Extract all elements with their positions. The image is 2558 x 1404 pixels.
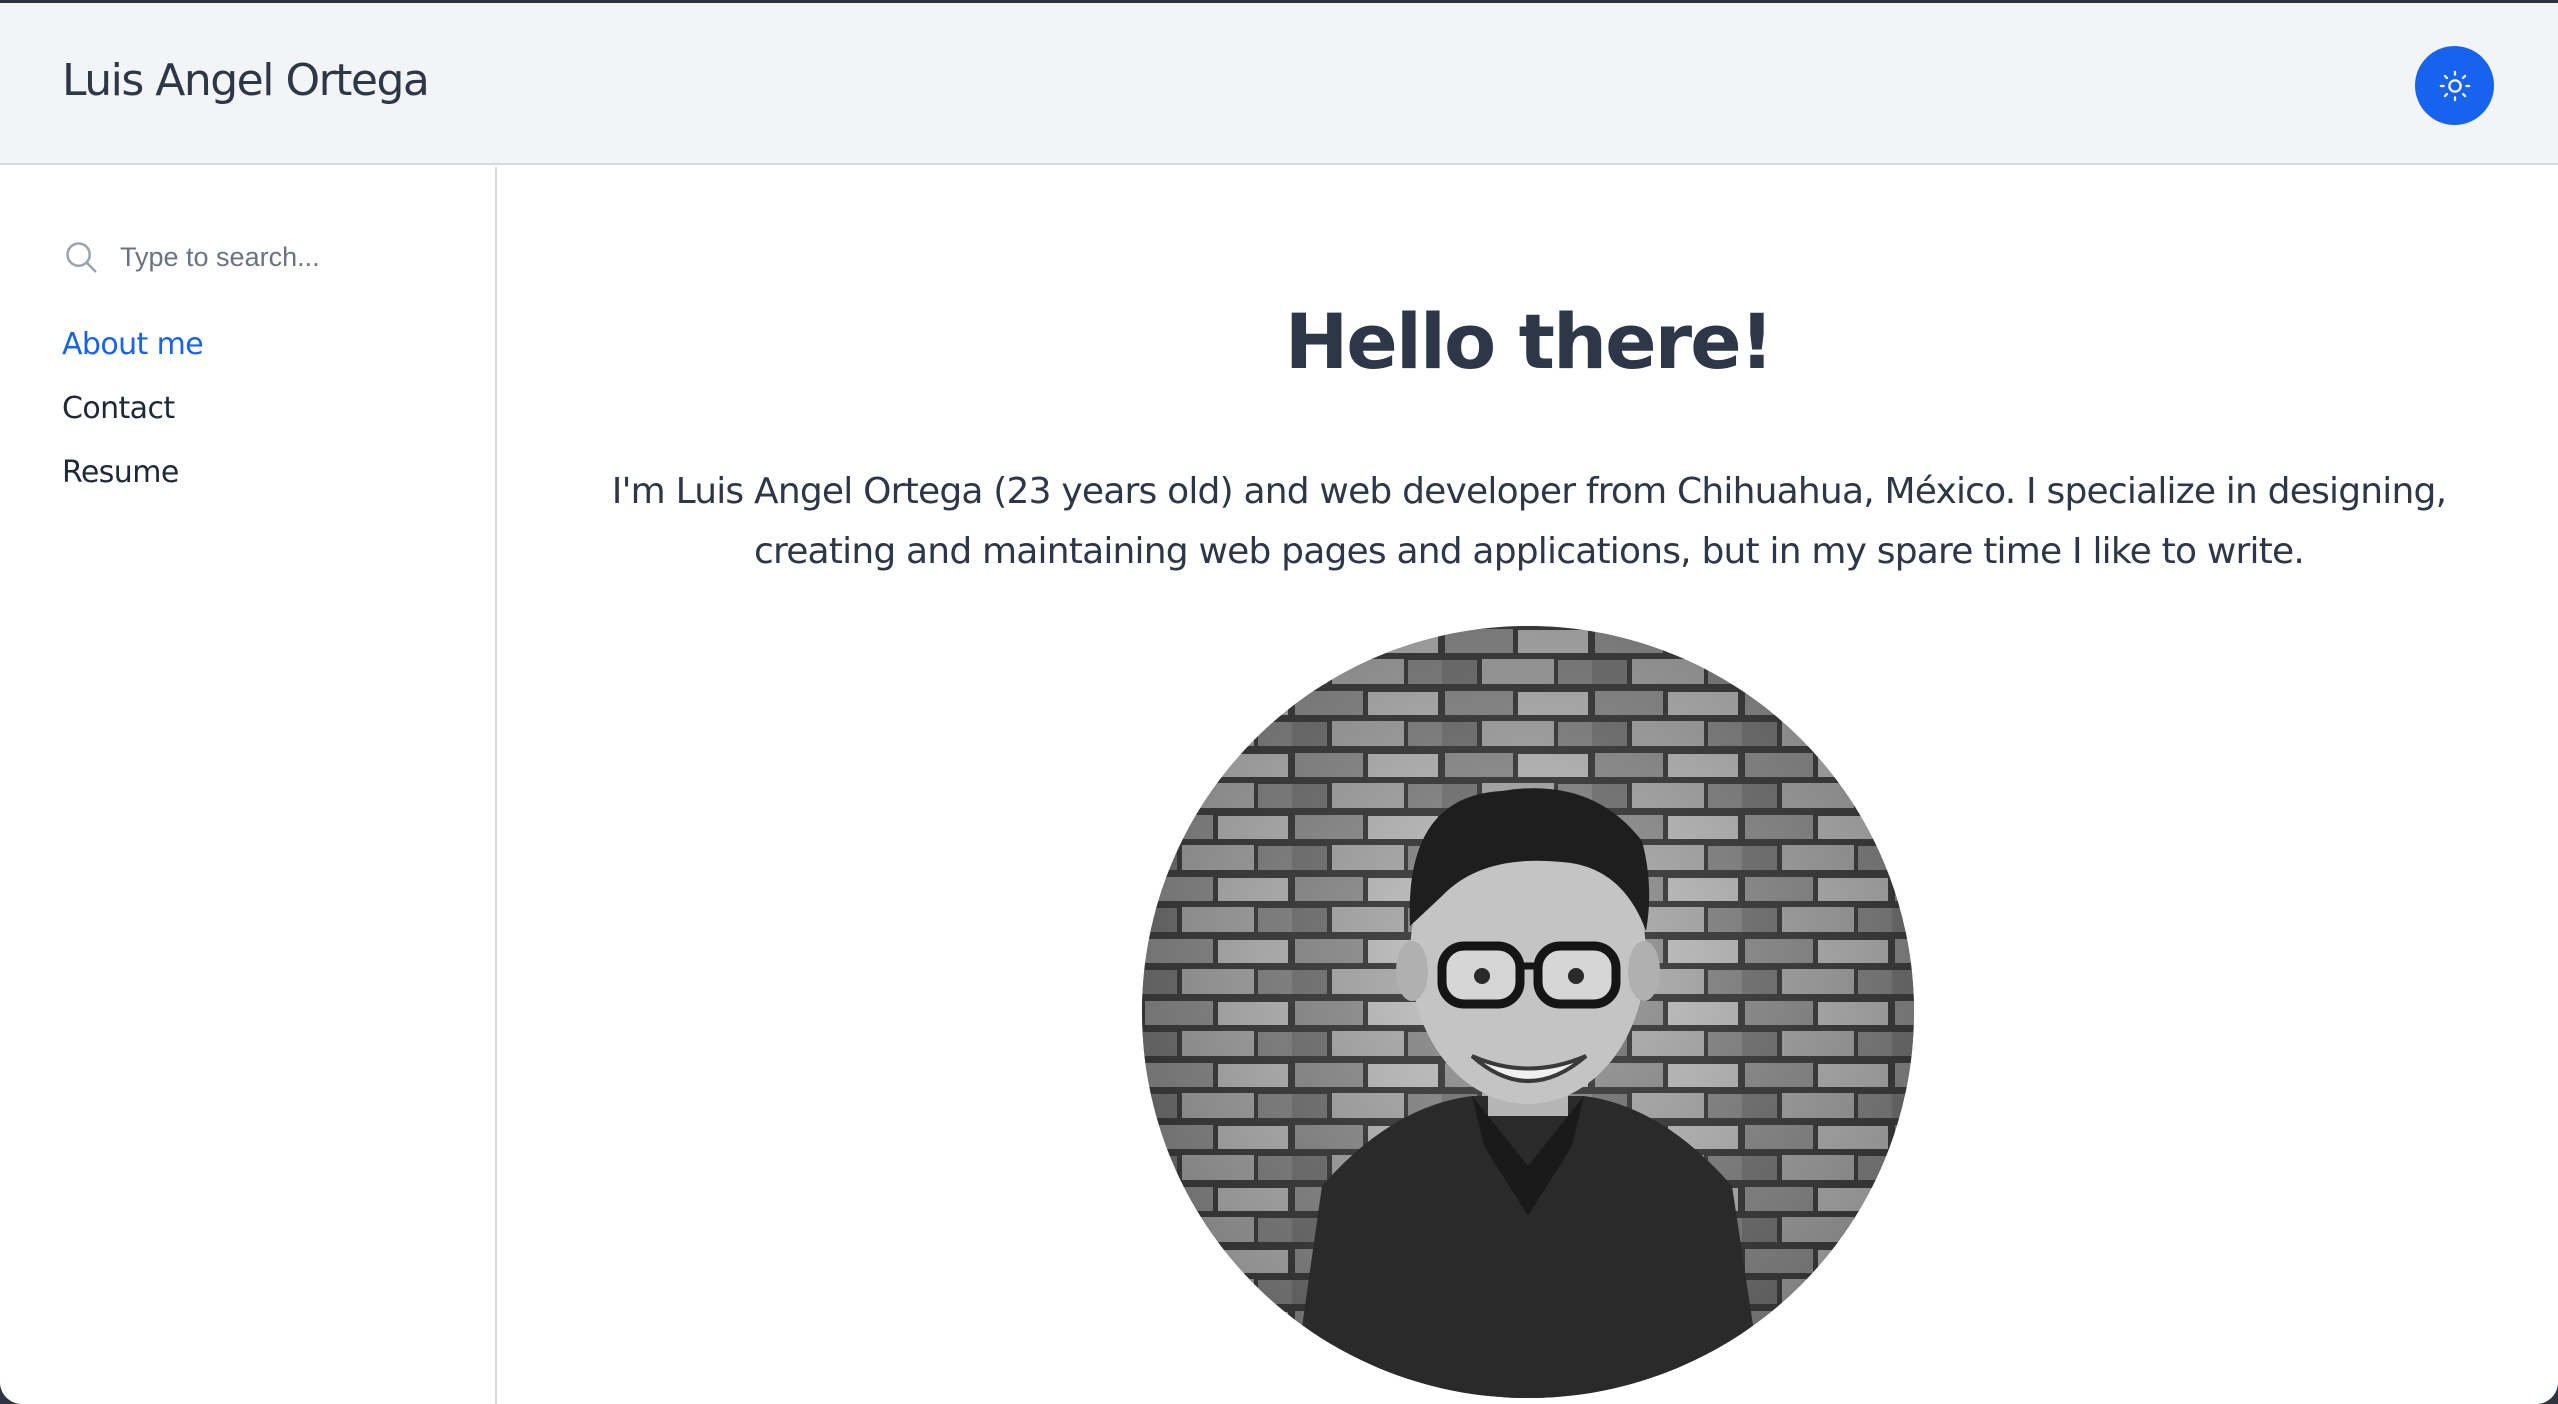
sun-icon [2439,70,2470,101]
sidebar-item-resume[interactable]: Resume [62,455,179,490]
browser-viewport: Luis Angel Ortega About me Contact [0,3,2558,1404]
profile-photo [1142,626,1914,1398]
site-title[interactable]: Luis Angel Ortega [62,55,430,106]
main-content: Hello there! I'm Luis Angel Ortega (23 y… [499,167,2558,1404]
search-icon [66,242,97,273]
site-header: Luis Angel Ortega [0,3,2558,165]
search-input[interactable] [120,235,460,279]
theme-toggle-button[interactable] [2415,46,2494,125]
sidebar-item-contact[interactable]: Contact [62,391,175,426]
page-title: Hello there! [1284,297,1775,386]
intro-paragraph: I'm Luis Angel Ortega (23 years old) and… [611,471,2447,572]
sidebar: About me Contact Resume [0,167,497,1404]
profile-photo-image [1142,626,1914,1398]
sidebar-item-about-me[interactable]: About me [62,327,204,362]
